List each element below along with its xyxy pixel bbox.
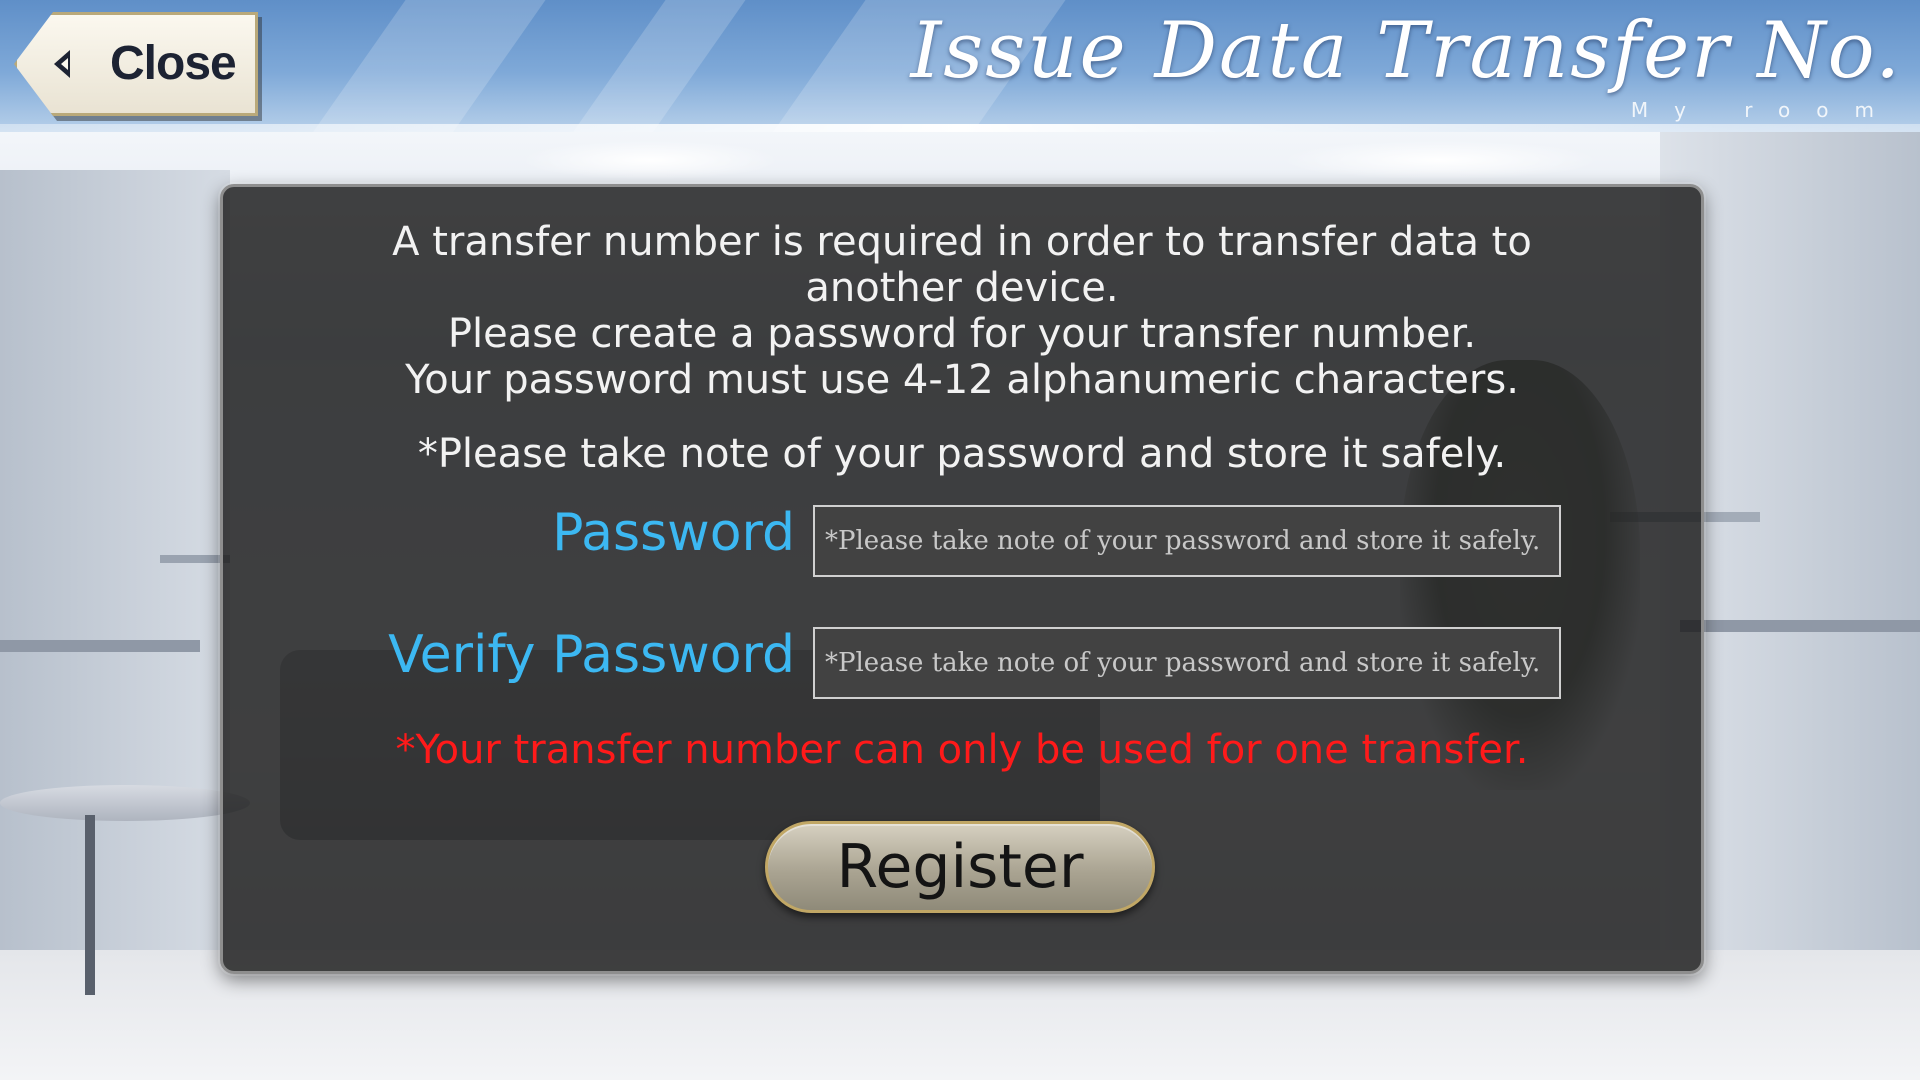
register-button-label: Register [836, 832, 1084, 902]
side-table [0, 785, 250, 821]
header-glow-line [0, 124, 1920, 132]
password-field[interactable] [813, 505, 1561, 577]
intro-line: Your password must use 4-12 alphanumeric… [405, 357, 1519, 403]
ceiling-light [1280, 140, 1600, 180]
password-note: *Please take note of your password and s… [417, 431, 1507, 477]
ceiling-light [520, 140, 780, 180]
side-table-leg [85, 815, 95, 995]
intro-line: another device. [805, 265, 1119, 311]
password-label: Password [552, 503, 795, 563]
page-title: Issue Data Transfer No. [910, 6, 1902, 96]
close-button-label: Close [110, 37, 237, 90]
header-bar: Issue Data Transfer No. My room [0, 0, 1920, 132]
header-decoration [560, 0, 760, 132]
transfer-dialog: A transfer number is required in order t… [220, 184, 1704, 974]
intro-text: A transfer number is required in order t… [223, 219, 1701, 403]
chevron-left-icon [54, 50, 70, 78]
left-rail [0, 640, 200, 652]
left-wall [0, 170, 230, 970]
intro-line: A transfer number is required in order t… [392, 219, 1532, 265]
one-time-warning: *Your transfer number can only be used f… [395, 727, 1529, 773]
verify-password-label: Verify Password [388, 625, 795, 685]
intro-line: Please create a password for your transf… [447, 311, 1477, 357]
register-button[interactable]: Register [765, 821, 1155, 913]
header-decoration [300, 0, 560, 132]
close-button[interactable]: Close [14, 12, 262, 121]
right-rail [1680, 620, 1920, 632]
verify-password-field[interactable] [813, 627, 1561, 699]
page-subtitle: My room [1630, 98, 1900, 122]
